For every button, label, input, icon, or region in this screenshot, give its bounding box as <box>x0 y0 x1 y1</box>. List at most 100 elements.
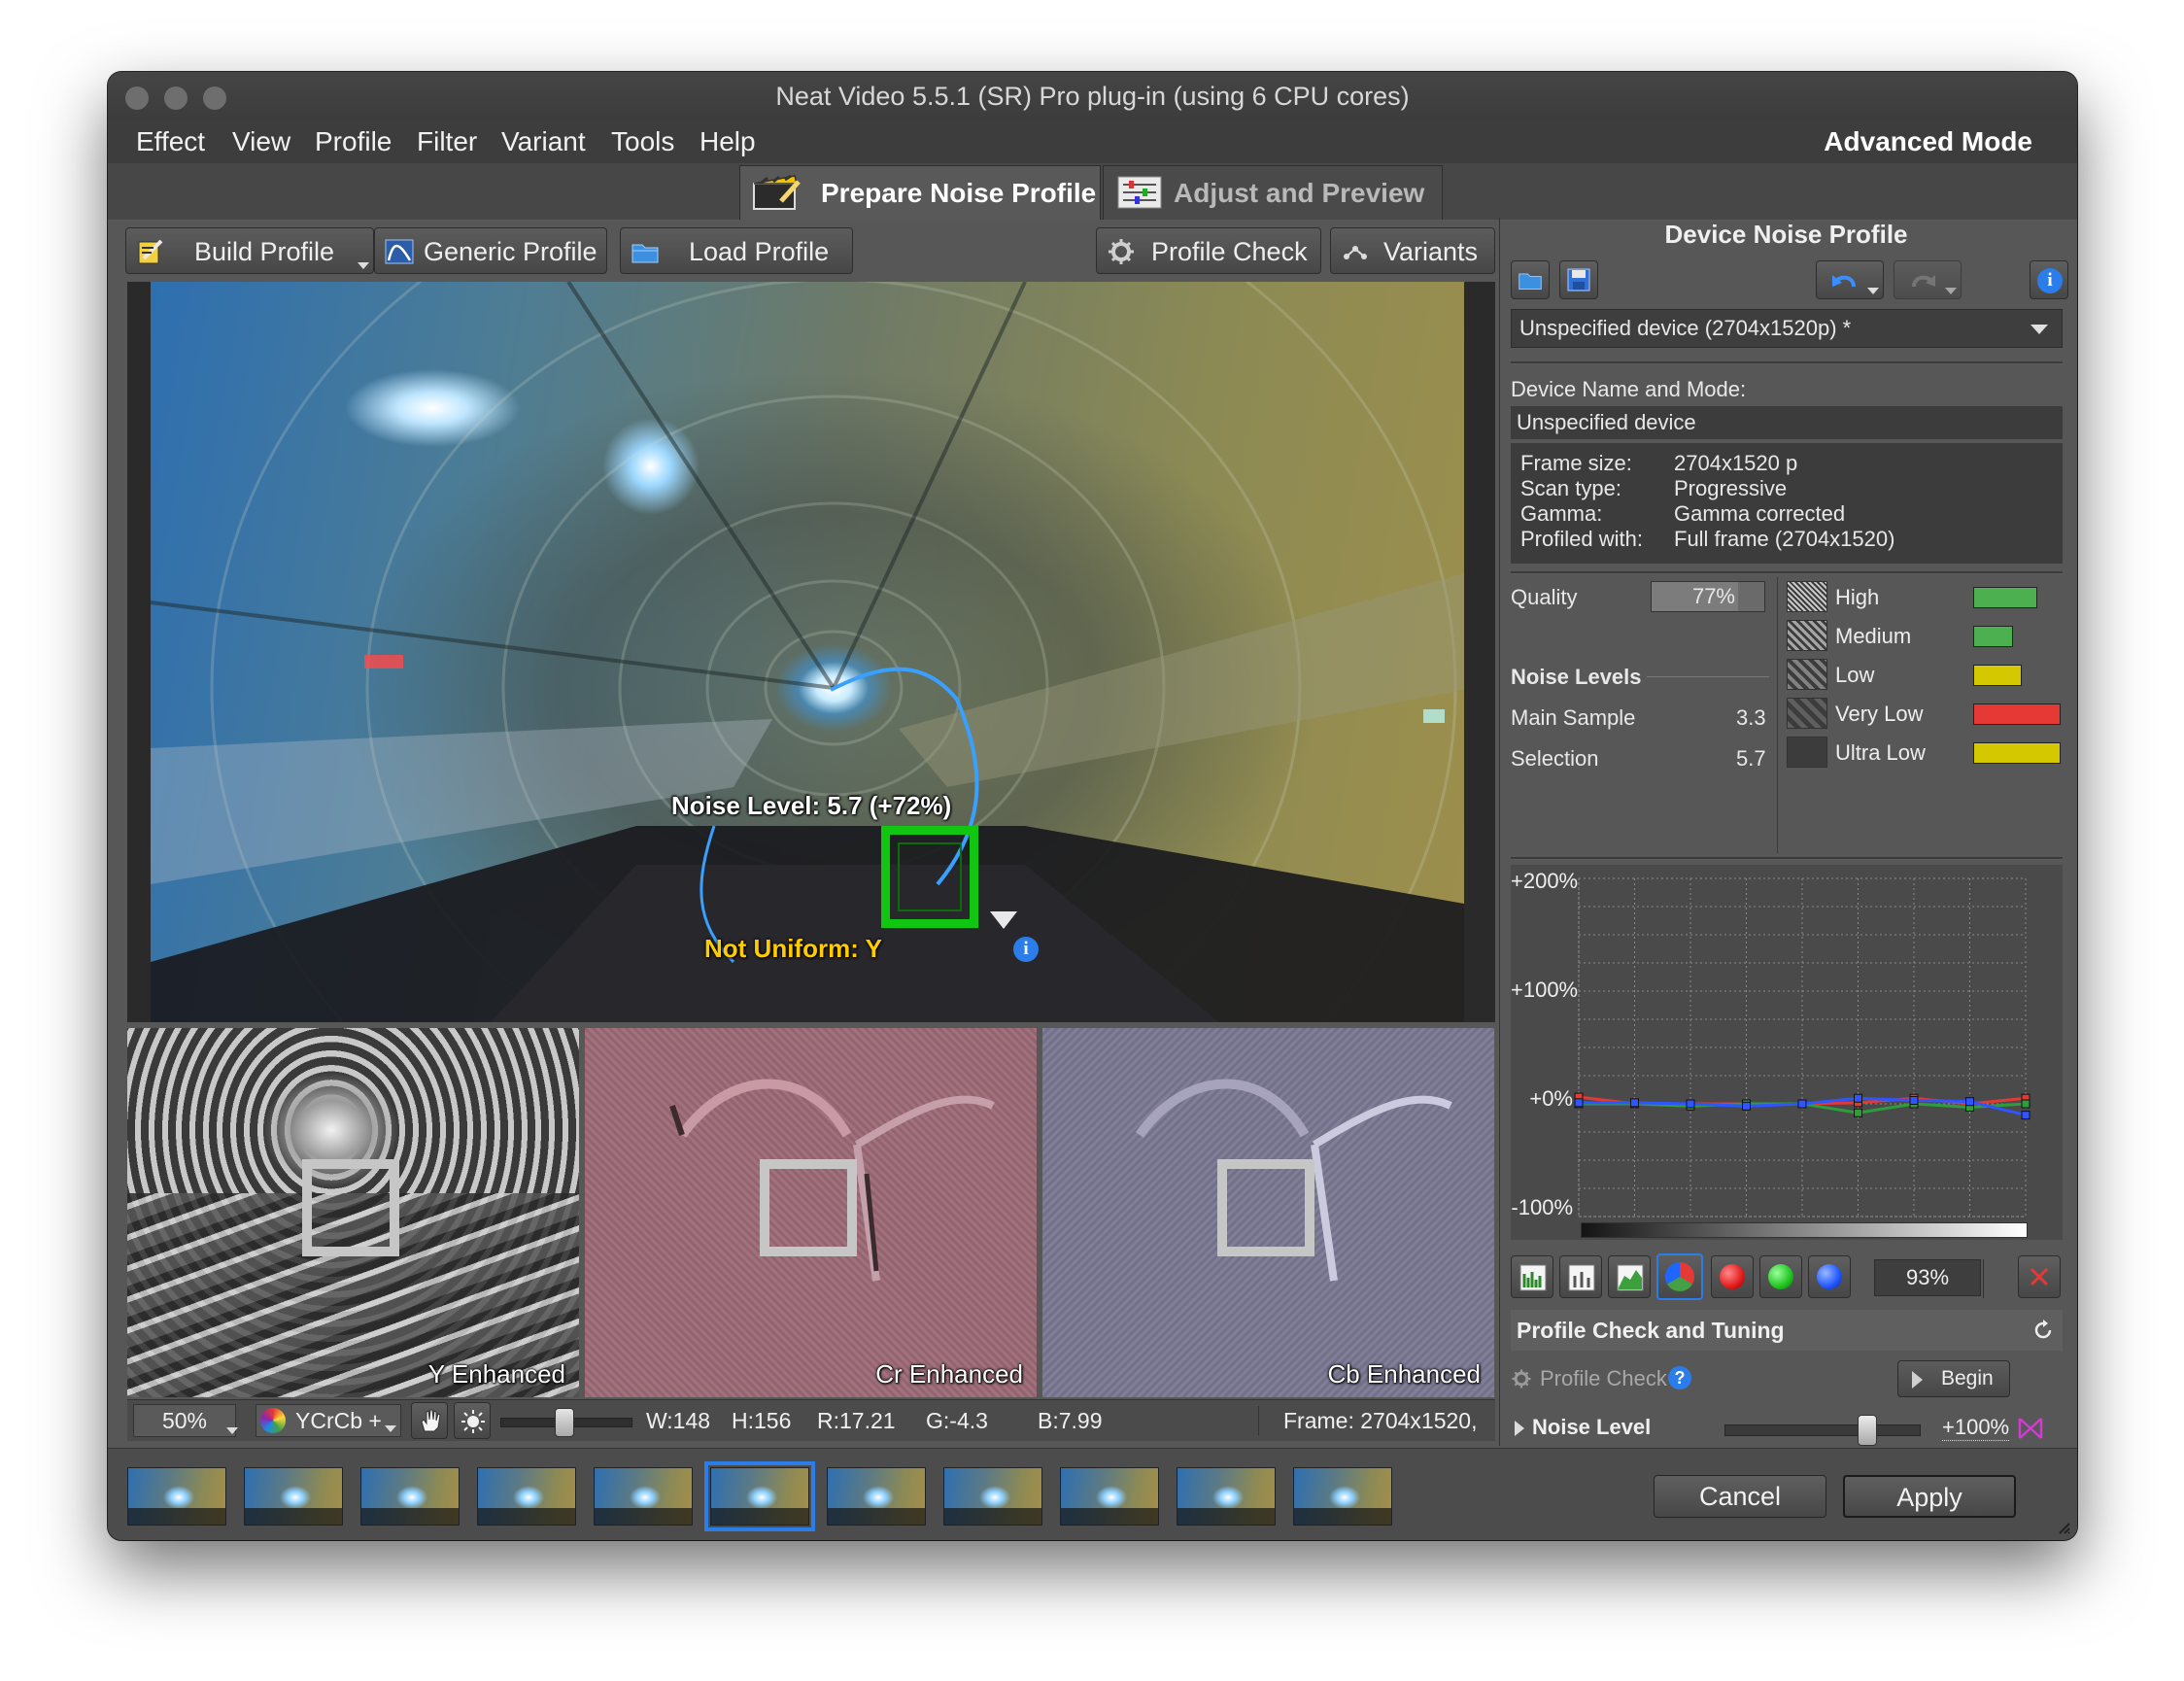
preview-viewport[interactable]: Noise Level: 5.7 (+72%) Not Uniform: Y i <box>127 282 1495 1022</box>
series-point <box>2021 1099 2030 1109</box>
legend-level-bar <box>1973 742 2061 764</box>
brightness-button[interactable] <box>454 1402 491 1439</box>
noise-level-slider-track[interactable] <box>1724 1424 1921 1436</box>
not-uniform-warning: Not Uniform: Y <box>704 934 882 963</box>
scan-type-label: Scan type: <box>1520 476 1621 500</box>
all-channels-button[interactable] <box>1656 1253 1703 1300</box>
cr-enhanced-pane[interactable]: Cr Enhanced <box>585 1028 1037 1397</box>
filmstrip-thumbnail[interactable] <box>360 1467 460 1526</box>
gear-icon <box>1109 239 1134 264</box>
chevron-down-icon <box>226 1427 238 1434</box>
variants-button[interactable]: Variants <box>1330 227 1495 274</box>
chevron-down-icon <box>2030 325 2048 334</box>
noise-level-tuning-label: Noise Level <box>1532 1415 1652 1439</box>
tab-prepare-noise-profile[interactable]: Prepare Noise Profile <box>739 165 1101 220</box>
red-channel-button[interactable] <box>1711 1255 1754 1298</box>
mode-indicator[interactable]: Advanced Mode <box>1824 120 2032 163</box>
zoom-value: 50% <box>161 1408 208 1433</box>
y-enhanced-pane[interactable]: Y Enhanced <box>127 1028 579 1397</box>
filmstrip-thumbnail[interactable] <box>704 1461 815 1531</box>
tuning-header[interactable]: Profile Check and Tuning <box>1511 1310 2063 1351</box>
legend-label: Ultra Low <box>1835 740 1926 765</box>
load-profile-button[interactable]: Load Profile <box>620 227 853 274</box>
info-icon[interactable]: i <box>1013 937 1039 962</box>
quality-value: 77% <box>1691 584 1735 608</box>
filmstrip-thumbnail[interactable] <box>827 1467 926 1526</box>
filmstrip-thumbnail[interactable] <box>244 1467 343 1526</box>
profile-check-button[interactable]: Profile Check <box>1096 227 1321 274</box>
generic-profile-icon <box>385 239 414 264</box>
gear-icon <box>1512 1369 1531 1389</box>
device-name-field[interactable]: Unspecified device <box>1511 406 2063 439</box>
triangle-down-icon[interactable] <box>990 911 1017 931</box>
cancel-button[interactable]: Cancel <box>1654 1475 1826 1518</box>
menu-help[interactable]: Help <box>700 120 756 163</box>
chart-plot[interactable] <box>1511 865 2063 1240</box>
pan-hand-button[interactable] <box>411 1402 448 1439</box>
menu-view[interactable]: View <box>232 120 290 163</box>
device-select[interactable]: Unspecified device (2704x1520p) * <box>1511 309 2063 348</box>
app-window: Neat Video 5.5.1 (SR) Pro plug-in (using… <box>108 72 2077 1540</box>
generic-profile-label: Generic Profile <box>424 237 597 266</box>
selection-box[interactable] <box>881 826 978 928</box>
filmstrip-thumbnail[interactable] <box>1177 1467 1276 1526</box>
legend-level-bar <box>1973 626 2013 647</box>
help-icon[interactable]: ? <box>1668 1366 1691 1389</box>
noise-chart: +200% +100% +0% -100% <box>1511 865 2063 1240</box>
open-profile-button[interactable] <box>1511 260 1550 299</box>
chart-mode-1-button[interactable] <box>1511 1255 1553 1298</box>
build-profile-button[interactable]: Build Profile <box>125 227 374 274</box>
undo-button[interactable] <box>1816 260 1884 299</box>
noise-level-slider-thumb[interactable] <box>1858 1415 1877 1446</box>
link-toggle-icon[interactable] <box>2018 1417 2043 1440</box>
hand-icon <box>421 1409 441 1432</box>
video-frame <box>151 282 1464 1022</box>
reset-chart-button[interactable] <box>2018 1255 2061 1298</box>
pane-label: Cb Enhanced <box>1327 1359 1481 1389</box>
begin-button[interactable]: Begin <box>1897 1360 2010 1397</box>
pane-label: Y Enhanced <box>427 1359 565 1389</box>
info-button[interactable]: i <box>2030 260 2068 299</box>
profile-check-label: Profile Check <box>1151 237 1308 266</box>
noise-level-value[interactable]: +100% <box>1942 1415 2010 1441</box>
menu-tools[interactable]: Tools <box>611 120 674 163</box>
filmstrip-thumbnail[interactable] <box>127 1467 226 1526</box>
filmstrip-thumbnail[interactable] <box>594 1467 693 1526</box>
filmstrip-thumbnail[interactable] <box>943 1467 1042 1526</box>
chevron-down-icon <box>1867 288 1879 294</box>
series-point <box>2021 1111 2030 1120</box>
filmstrip-thumbnail[interactable] <box>477 1467 576 1526</box>
resize-grip-icon[interactable] <box>2056 1520 2071 1535</box>
selection-marker <box>302 1159 399 1256</box>
expand-arrow-icon[interactable] <box>1515 1421 1524 1436</box>
brightness-slider-thumb[interactable] <box>555 1408 574 1437</box>
zoom-select[interactable]: 50% <box>133 1404 236 1437</box>
build-profile-label: Build Profile <box>194 237 335 266</box>
menu-profile[interactable]: Profile <box>315 120 392 163</box>
load-profile-label: Load Profile <box>689 237 830 266</box>
chart-mode-2-button[interactable] <box>1559 1255 1602 1298</box>
menu-filter[interactable]: Filter <box>417 120 477 163</box>
apply-button[interactable]: Apply <box>1843 1475 2016 1518</box>
menu-effect[interactable]: Effect <box>136 120 205 163</box>
chart-mode-3-button[interactable] <box>1608 1255 1651 1298</box>
green-channel-button[interactable] <box>1759 1255 1802 1298</box>
cb-enhanced-pane[interactable]: Cb Enhanced <box>1042 1028 1494 1397</box>
pane-label: Cr Enhanced <box>875 1359 1023 1389</box>
chart-zoom-field[interactable]: 93% <box>1874 1259 1981 1296</box>
series-point <box>1797 1099 1807 1109</box>
tab-adjust-and-preview[interactable]: Adjust and Preview <box>1103 165 1443 220</box>
generic-profile-button[interactable]: Generic Profile <box>374 227 607 274</box>
filmstrip-thumbnail[interactable] <box>1293 1467 1392 1526</box>
blue-channel-button[interactable] <box>1808 1255 1851 1298</box>
device-name-label: Device Name and Mode: <box>1511 377 1747 401</box>
menu-variant[interactable]: Variant <box>501 120 586 163</box>
tab-label: Prepare Noise Profile <box>821 178 1097 208</box>
colorspace-value: YCrCb + <box>295 1408 382 1433</box>
save-profile-button[interactable] <box>1559 260 1598 299</box>
filmstrip-thumbnail[interactable] <box>1060 1467 1159 1526</box>
colorspace-select[interactable]: YCrCb + <box>256 1404 401 1437</box>
redo-button[interactable] <box>1894 260 1962 299</box>
chart-zoom-value: 93% <box>1905 1265 1950 1289</box>
reset-icon[interactable] <box>2031 1319 2055 1342</box>
